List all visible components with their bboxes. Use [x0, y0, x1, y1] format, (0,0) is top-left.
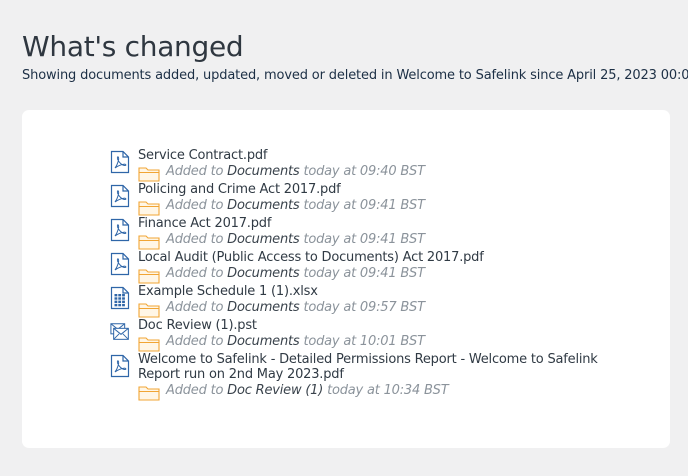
file-name-link[interactable]: Service Contract.pdf: [138, 148, 630, 163]
change-action: Added to: [166, 164, 224, 179]
change-timestamp: today at 10:01 BST: [303, 334, 425, 349]
folder-icon: [138, 164, 160, 182]
change-item: Finance Act 2017.pdf Added to Documents …: [110, 216, 630, 250]
folder-icon: [138, 300, 160, 318]
folder-icon: [138, 232, 160, 250]
change-timestamp: today at 10:34 BST: [327, 383, 449, 398]
change-action: Added to: [166, 232, 224, 247]
file-name-link[interactable]: Finance Act 2017.pdf: [138, 216, 630, 231]
change-item: Service Contract.pdf Added to Documents …: [110, 148, 630, 182]
folder-link[interactable]: Documents: [227, 266, 300, 281]
change-item: Welcome to Safelink - Detailed Permissio…: [110, 352, 630, 401]
change-timestamp: today at 09:41 BST: [303, 266, 425, 281]
folder-icon: [138, 198, 160, 216]
folder-icon: [138, 383, 160, 401]
change-timestamp: today at 09:57 BST: [303, 300, 425, 315]
file-name-link[interactable]: Local Audit (Public Access to Documents)…: [138, 250, 630, 265]
change-list: Service Contract.pdf Added to Documents …: [110, 148, 630, 401]
change-action: Added to: [166, 198, 224, 213]
change-action: Added to: [166, 383, 224, 398]
page-subtitle: Showing documents added, updated, moved …: [22, 68, 688, 83]
file-name-link[interactable]: Policing and Crime Act 2017.pdf: [138, 182, 630, 197]
change-meta: Added to Documents today at 09:57 BST: [138, 299, 630, 318]
change-action: Added to: [166, 300, 224, 315]
folder-icon: [138, 334, 160, 352]
change-meta: Added to Documents today at 09:41 BST: [138, 265, 630, 284]
change-item: Doc Review (1).pst Added to Documents to…: [110, 318, 630, 352]
change-meta: Added to Documents today at 09:41 BST: [138, 197, 630, 216]
folder-link[interactable]: Documents: [227, 164, 300, 179]
changes-panel: Service Contract.pdf Added to Documents …: [22, 110, 670, 448]
page-title: What's changed: [22, 30, 244, 63]
folder-icon: [138, 266, 160, 284]
mail-archive-icon: [110, 320, 130, 344]
change-timestamp: today at 09:40 BST: [303, 164, 425, 179]
folder-link[interactable]: Documents: [227, 198, 300, 213]
change-timestamp: today at 09:41 BST: [303, 198, 425, 213]
change-meta: Added to Documents today at 10:01 BST: [138, 333, 630, 352]
change-meta: Added to Documents today at 09:41 BST: [138, 231, 630, 250]
change-action: Added to: [166, 334, 224, 349]
pdf-icon: [110, 150, 130, 174]
folder-link[interactable]: Documents: [227, 232, 300, 247]
change-timestamp: today at 09:41 BST: [303, 232, 425, 247]
file-name-link[interactable]: Example Schedule 1 (1).xlsx: [138, 284, 630, 299]
file-name-link[interactable]: Welcome to Safelink - Detailed Permissio…: [138, 352, 630, 382]
folder-link[interactable]: Documents: [227, 300, 300, 315]
file-name-link[interactable]: Doc Review (1).pst: [138, 318, 630, 333]
change-item: Local Audit (Public Access to Documents)…: [110, 250, 630, 284]
change-item: Example Schedule 1 (1).xlsx Added to Doc…: [110, 284, 630, 318]
change-meta: Added to Doc Review (1) today at 10:34 B…: [138, 382, 630, 401]
pdf-icon: [110, 184, 130, 208]
pdf-icon: [110, 354, 130, 378]
folder-link[interactable]: Documents: [227, 334, 300, 349]
pdf-icon: [110, 252, 130, 276]
change-meta: Added to Documents today at 09:40 BST: [138, 163, 630, 182]
folder-link[interactable]: Doc Review (1): [227, 383, 323, 398]
pdf-icon: [110, 218, 130, 242]
spreadsheet-icon: [110, 286, 130, 310]
change-action: Added to: [166, 266, 224, 281]
change-item: Policing and Crime Act 2017.pdf Added to…: [110, 182, 630, 216]
